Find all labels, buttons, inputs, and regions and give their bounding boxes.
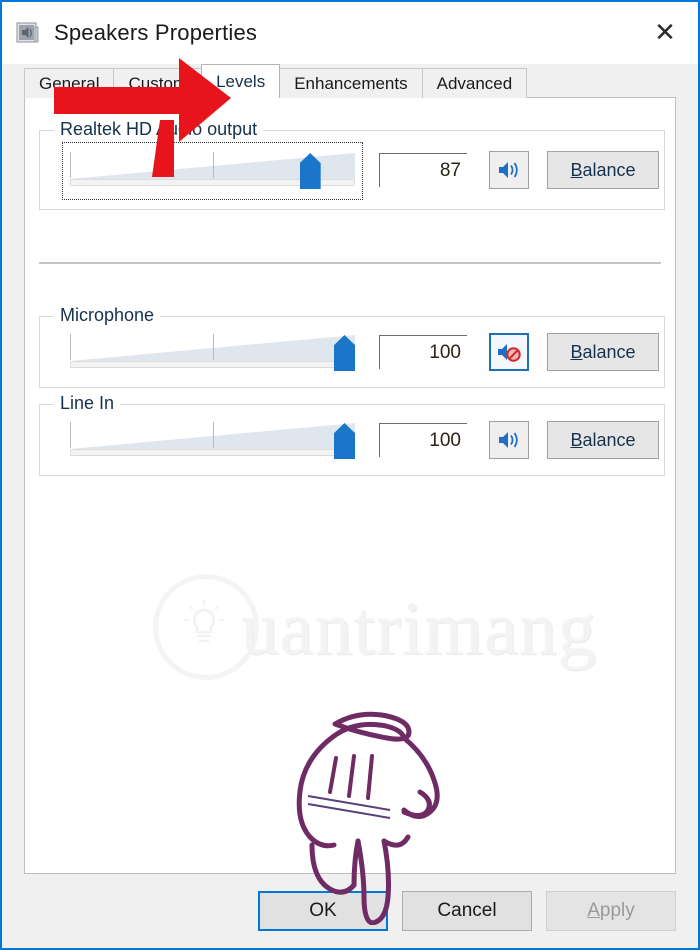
window-title: Speakers Properties <box>54 20 258 45</box>
volume-value-realtek[interactable]: 87 <box>379 153 467 187</box>
tab-general[interactable]: General <box>24 68 115 98</box>
volume-slider-realtek[interactable] <box>62 142 363 200</box>
tab-enhancements-label: Enhancements <box>294 73 408 93</box>
ok-button[interactable]: OK <box>258 891 388 931</box>
slider-tick-mid <box>212 422 214 448</box>
tab-levels[interactable]: Levels <box>201 64 281 98</box>
volume-value-microphone[interactable]: 100 <box>379 335 467 369</box>
tab-advanced-label: Advanced <box>436 73 513 93</box>
balance-label: Balance <box>570 429 636 450</box>
speaker-on-icon[interactable] <box>489 421 529 459</box>
levels-tab-panel: Realtek HD Audio output 87 Balance Micro… <box>24 97 676 874</box>
balance-button-realtek[interactable]: Balance <box>547 151 659 189</box>
slider-tick-mid <box>212 334 214 360</box>
cancel-button[interactable]: Cancel <box>402 891 532 931</box>
slider-track <box>70 361 355 368</box>
tab-enhancements[interactable]: Enhancements <box>279 68 423 98</box>
volume-value-line-in[interactable]: 100 <box>379 423 467 457</box>
slider-tick-mid <box>212 152 214 178</box>
ok-label: OK <box>309 900 337 921</box>
cancel-label: Cancel <box>437 900 497 921</box>
dialog-footer: OK Cancel Apply <box>2 874 698 948</box>
tab-custom-label: Custom <box>128 73 188 93</box>
slider-tick-min <box>70 334 71 360</box>
close-icon[interactable]: ✕ <box>632 2 698 62</box>
tab-custom[interactable]: Custom <box>113 68 203 98</box>
balance-label: Balance <box>570 159 636 180</box>
balance-button-line-in[interactable]: Balance <box>547 421 659 459</box>
balance-button-microphone[interactable]: Balance <box>547 333 659 371</box>
volume-slider-line-in[interactable] <box>70 412 355 468</box>
slider-track <box>70 449 355 456</box>
quantrimang-watermark: uantrimang <box>145 568 615 698</box>
apply-button: Apply <box>546 891 676 931</box>
tab-strip: General Custom Levels Enhancements Advan… <box>24 64 676 98</box>
speakers-properties-window: Speakers Properties ✕ General Custom Lev… <box>0 0 700 950</box>
title-bar: Speakers Properties ✕ <box>2 2 698 64</box>
slider-tick-min <box>70 422 71 448</box>
watermark-circle <box>153 574 259 680</box>
group-line-in: Line In 100 Balance <box>39 393 665 476</box>
volume-slider-microphone[interactable] <box>70 324 355 380</box>
section-divider <box>39 262 661 264</box>
tab-levels-label: Levels <box>216 71 266 91</box>
tab-general-label: General <box>39 73 100 93</box>
apply-label: Apply <box>587 900 635 921</box>
lightbulb-icon <box>183 600 225 648</box>
speaker-muted-icon[interactable] <box>489 333 529 371</box>
watermark-text: uantrimang <box>241 587 598 671</box>
group-realtek-hd-audio-output: Realtek HD Audio output 87 Balance <box>39 119 665 210</box>
slider-tick-min <box>70 152 71 178</box>
speaker-on-icon[interactable] <box>489 151 529 189</box>
speaker-properties-icon <box>16 21 40 45</box>
tab-advanced[interactable]: Advanced <box>421 68 528 98</box>
balance-label: Balance <box>570 341 636 362</box>
group-microphone: Microphone 100 Balance <box>39 305 665 388</box>
